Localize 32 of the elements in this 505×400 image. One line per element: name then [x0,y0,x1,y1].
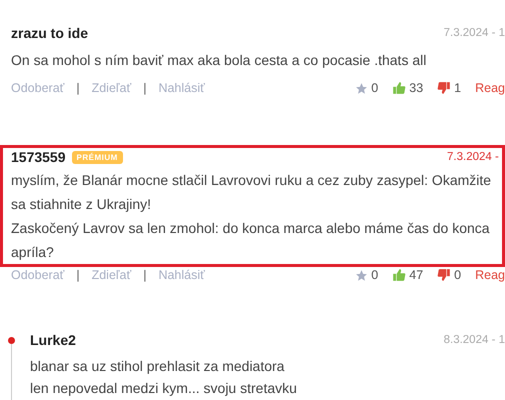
comment-text: blanar sa uz stihol prehlasit za mediatora [30,357,286,376]
thumbs-up-icon [392,268,406,282]
separator: | [143,81,146,95]
separator: | [76,81,80,95]
thread-line [11,344,12,400]
favorite-button[interactable]: 0 [355,268,378,282]
thumbs-down-icon [437,81,452,95]
separator: | [76,268,80,282]
thumbs-up-icon [392,81,406,95]
separator: | [143,268,146,282]
star-icon [355,268,368,282]
author-name[interactable]: zrazu to ide [11,25,88,41]
star-icon [355,82,368,94]
like-button[interactable]: 47 [392,268,424,282]
comment-text: len nepovedal medzi kym... svoju stretavku [30,379,298,398]
like-button[interactable]: 33 [392,81,424,95]
reply-link[interactable]: Reag [475,81,505,95]
reply-link[interactable]: Reag [475,268,505,282]
dislike-button[interactable]: 0 [437,268,462,282]
thumbs-down-icon [437,268,452,282]
comment-text: On sa mohol s ním baviť max aka bola cesta a co pocasie .thats all [11,51,428,70]
author-name[interactable]: 1573559 [11,149,66,165]
comment-date: 8.3.2024 - 1 [444,334,505,346]
comment-text: Zaskočený Lavrov sa len zmohol: do konca marca alebo máme čas do konca apríla? [11,219,491,262]
favorite-button[interactable]: 0 [355,81,378,95]
comment-date: 7.3.2024 - 1 [444,27,505,39]
author-name[interactable]: Lurke2 [30,332,76,348]
thread-dot-icon [8,337,15,344]
premium-badge: PRÉMIUM [72,150,123,164]
dislike-button[interactable]: 1 [437,81,462,95]
comment-date: 7.3.2024 - [447,151,500,163]
comment-text: myslím, že Blanár mocne stlačil Lavrovovi ruku a cez zuby zasypel: Okamžite sa stiahnite z Ukrajiny! [11,171,492,214]
